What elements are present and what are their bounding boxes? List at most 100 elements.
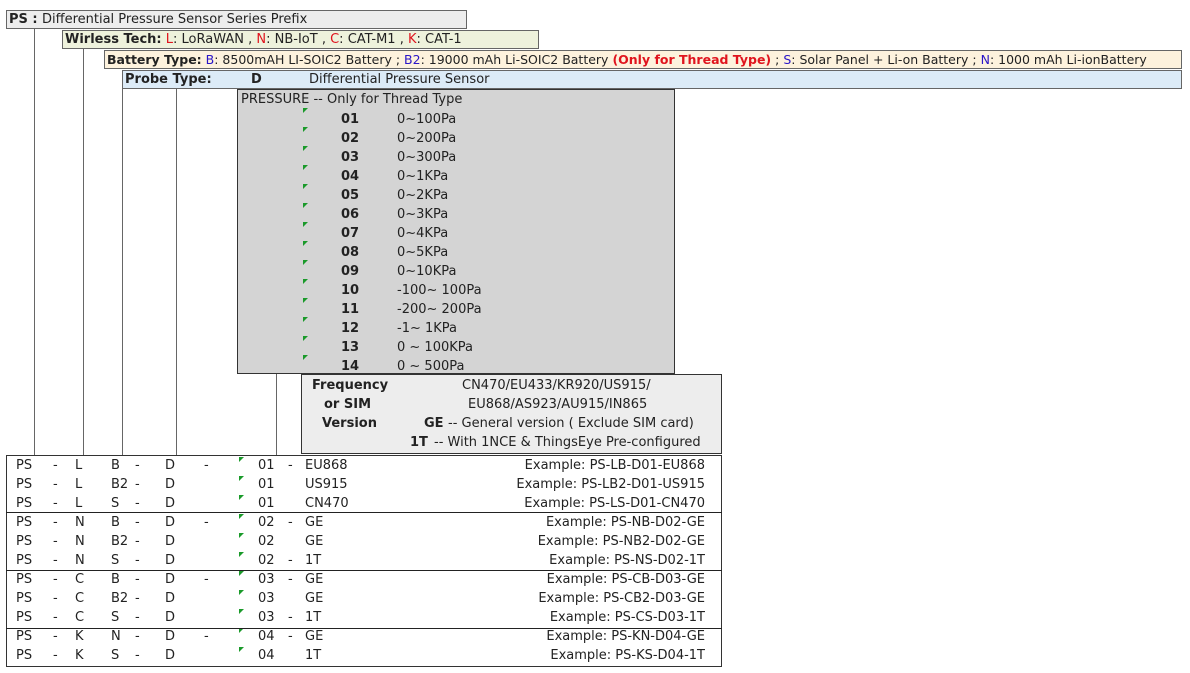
pressure-range: 0~5KPa — [397, 245, 449, 260]
example-dash: - — [53, 496, 58, 511]
cell-marker-icon — [239, 609, 244, 614]
example-prefix: PS — [16, 553, 33, 568]
example-probe-code: D — [165, 534, 176, 549]
pressure-range: -1~ 1KPa — [397, 321, 458, 336]
wireless-header: Wirless Tech: L: LoRaWAN , N: NB-IoT , C… — [62, 30, 539, 49]
example-dash: - — [204, 572, 209, 587]
probe-code: D — [251, 72, 262, 87]
example-wireless-code: C — [75, 591, 85, 606]
cell-marker-icon — [239, 514, 244, 519]
example-part-number: Example: PS-LB2-D01-US915 — [516, 477, 705, 492]
frequency-1t-code: 1T — [410, 435, 428, 450]
pressure-range: 0 ~ 100KPa — [397, 340, 473, 355]
example-dash: - — [53, 591, 58, 606]
pressure-code: 01 — [341, 112, 360, 127]
cell-marker-icon — [303, 260, 308, 265]
example-pressure-code: 04 — [258, 648, 275, 663]
cell-marker-icon — [239, 457, 244, 462]
tree-line-wireless — [83, 49, 84, 455]
cell-marker-icon — [303, 298, 308, 303]
example-part-number: Example: PS-NB-D02-GE — [545, 515, 705, 530]
pressure-range: 0~10KPa — [397, 264, 457, 279]
wireless-name-l: LoRaWAN — [181, 32, 244, 47]
example-prefix: PS — [16, 477, 33, 492]
example-dash: - — [53, 458, 58, 473]
frequency-ge-desc: -- General version ( Exclude SIM card) — [448, 416, 694, 431]
cell-marker-icon — [303, 317, 308, 322]
frequency-ge-code: GE — [424, 416, 444, 431]
example-frequency: CN470 — [305, 496, 349, 511]
example-dash: - — [135, 610, 140, 625]
example-battery-code: B2 — [111, 591, 129, 606]
example-wireless-code: C — [75, 572, 85, 587]
pressure-range: 0~2KPa — [397, 188, 449, 203]
example-dash: - — [288, 610, 293, 625]
example-frequency: GE — [305, 534, 324, 549]
pressure-range: 0~1KPa — [397, 169, 449, 184]
example-dash: - — [288, 572, 293, 587]
pressure-title: PRESSURE -- Only for Thread Type — [241, 92, 463, 107]
cell-marker-icon — [239, 571, 244, 576]
example-dash: - — [53, 629, 58, 644]
example-pressure-code: 01 — [258, 458, 275, 473]
example-pressure-code: 03 — [258, 572, 275, 587]
example-wireless-code: L — [75, 458, 83, 473]
cell-marker-icon — [303, 184, 308, 189]
tree-line-pressure — [276, 374, 277, 455]
example-dash: - — [135, 572, 140, 587]
pressure-code: 09 — [341, 264, 360, 279]
example-battery-code: B — [111, 515, 120, 530]
pressure-code: 12 — [341, 321, 360, 336]
example-battery-code: S — [111, 553, 120, 568]
example-battery-code: S — [111, 610, 120, 625]
example-probe-code: D — [165, 648, 176, 663]
cell-marker-icon — [303, 146, 308, 151]
example-dash: - — [135, 553, 140, 568]
example-probe-code: D — [165, 572, 176, 587]
example-wireless-code: N — [75, 534, 85, 549]
example-dash: - — [53, 515, 58, 530]
example-pressure-code: 02 — [258, 534, 275, 549]
example-dash: - — [204, 458, 209, 473]
battery-label: Battery Type: — [107, 52, 202, 67]
example-dash: - — [135, 648, 140, 663]
example-prefix: PS — [16, 515, 33, 530]
example-dash: - — [135, 496, 140, 511]
example-probe-code: D — [165, 496, 176, 511]
example-prefix: PS — [16, 572, 33, 587]
battery-header: Battery Type: B: 8500mAH LI-SOIC2 Batter… — [104, 50, 1182, 69]
probe-desc: Differential Pressure Sensor — [309, 72, 490, 87]
frequency-1t-desc: -- With 1NCE & ThingsEye Pre-configured — [434, 435, 701, 450]
wireless-line: Wirless Tech: L: LoRaWAN , N: NB-IoT , C… — [65, 32, 462, 47]
wireless-code-n: N — [256, 32, 267, 47]
example-frequency: 1T — [305, 610, 322, 625]
pressure-code: 04 — [341, 169, 360, 184]
example-part-number: Example: PS-CB2-D03-GE — [538, 591, 705, 606]
pressure-code: 11 — [341, 302, 360, 317]
cell-marker-icon — [303, 165, 308, 170]
tree-line-battery — [122, 89, 123, 455]
cell-marker-icon — [239, 552, 244, 557]
example-battery-code: S — [111, 496, 120, 511]
battery-code-s: S — [783, 52, 792, 67]
pressure-range: -100~ 100Pa — [397, 283, 482, 298]
example-probe-code: D — [165, 477, 176, 492]
battery-desc-s: Solar Panel + Li-on Battery ; — [799, 52, 977, 67]
pressure-range: 0~200Pa — [397, 131, 457, 146]
wireless-label: Wirless Tech: — [65, 32, 162, 47]
battery-b2-note: (Only for Thread Type) — [612, 52, 772, 67]
wireless-name-c: CAT-M1 — [347, 32, 396, 47]
pressure-code: 14 — [341, 359, 360, 374]
example-frequency: GE — [305, 629, 324, 644]
example-pressure-code: 01 — [258, 496, 275, 511]
example-battery-code: N — [111, 629, 121, 644]
example-battery-code: S — [111, 648, 120, 663]
battery-desc-b: 8500mAH LI-SOIC2 Battery ; — [222, 52, 401, 67]
group-divider-n — [6, 512, 722, 513]
example-prefix: PS — [16, 648, 33, 663]
example-frequency: 1T — [305, 648, 322, 663]
pressure-range: 0~4KPa — [397, 226, 449, 241]
example-part-number: Example: PS-KS-D04-1T — [550, 648, 705, 663]
example-battery-code: B — [111, 458, 120, 473]
example-frequency: 1T — [305, 553, 322, 568]
